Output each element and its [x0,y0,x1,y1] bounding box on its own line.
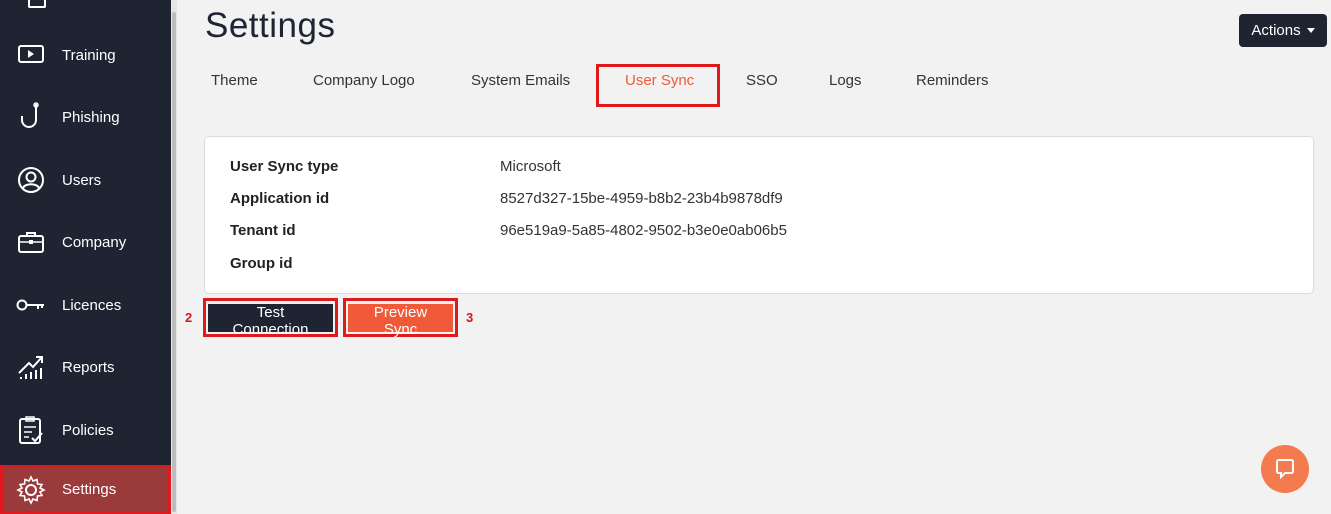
detail-key: User Sync type [230,158,339,175]
hook-icon [16,102,46,132]
chat-bubble-icon [1276,459,1294,480]
detail-key: Group id [230,255,293,272]
clipboard-icon [16,415,46,445]
tab-sso[interactable]: SSO [746,72,778,89]
preview-sync-button[interactable]: Preview Sync [348,303,453,338]
page-title: Settings [205,6,336,45]
actions-label: Actions [1251,22,1301,39]
detail-value: 8527d327-15be-4959-b8b2-23b4b9878df9 [500,190,783,207]
sidebar-item-label: Reports [62,358,115,376]
step-number-2: 2 [185,310,193,325]
tab-theme[interactable]: Theme [211,72,258,89]
sidebar-item-company[interactable]: Company [0,217,171,267]
gear-icon [16,474,46,505]
user-sync-details-card: User Sync type Microsoft Application id … [204,136,1314,294]
tab-user-sync[interactable]: User Sync [625,72,694,89]
sidebar-item-label: Phishing [62,108,120,126]
test-connection-button[interactable]: Test Connection [208,303,333,338]
preview-sync-highlight: Preview Sync [343,298,458,338]
sidebar-scrollbar[interactable] [171,0,177,514]
detail-value: 96e519a9-5a85-4802-9502-b3e0e0ab06b5 [500,222,787,239]
sidebar-item-reports[interactable]: Reports [0,342,171,392]
tab-reminders[interactable]: Reminders [916,72,989,89]
detail-key: Application id [230,190,330,207]
sidebar-item-training[interactable]: Training [0,30,171,80]
tab-system-emails[interactable]: System Emails [471,72,570,89]
user-icon [16,165,46,195]
detail-key: Tenant id [230,222,296,239]
sidebar-item-label: Training [62,46,116,64]
partial-icon [28,0,46,8]
sidebar: Training Phishing Users Company Licences… [0,0,171,514]
step-number-3: 3 [466,310,474,325]
sidebar-item-settings[interactable]: Settings [0,465,171,514]
play-icon [16,40,46,70]
test-connection-highlight: Test Connection [203,298,338,338]
sidebar-item-label: Company [62,233,127,251]
tab-logs[interactable]: Logs [829,72,862,89]
tab-company-logo[interactable]: Company Logo [313,72,415,89]
sidebar-item-phishing[interactable]: Phishing [0,92,171,142]
briefcase-icon [16,227,46,257]
scrollbar-thumb[interactable] [172,12,176,512]
chart-icon [16,352,46,382]
caret-down-icon [1306,28,1315,33]
sidebar-item-label: Settings [62,481,117,498]
sidebar-item-label: Users [62,171,102,189]
help-chat-button[interactable] [1261,445,1309,493]
sidebar-item-licences[interactable]: Licences [0,280,171,330]
sidebar-item-users[interactable]: Users [0,155,171,205]
sidebar-item-policies[interactable]: Policies [0,405,171,455]
key-icon [16,290,46,320]
detail-value: Microsoft [500,158,561,175]
sidebar-item-label: Policies [62,421,114,439]
sidebar-item-label: Licences [62,296,122,314]
actions-button[interactable]: Actions [1239,14,1327,47]
